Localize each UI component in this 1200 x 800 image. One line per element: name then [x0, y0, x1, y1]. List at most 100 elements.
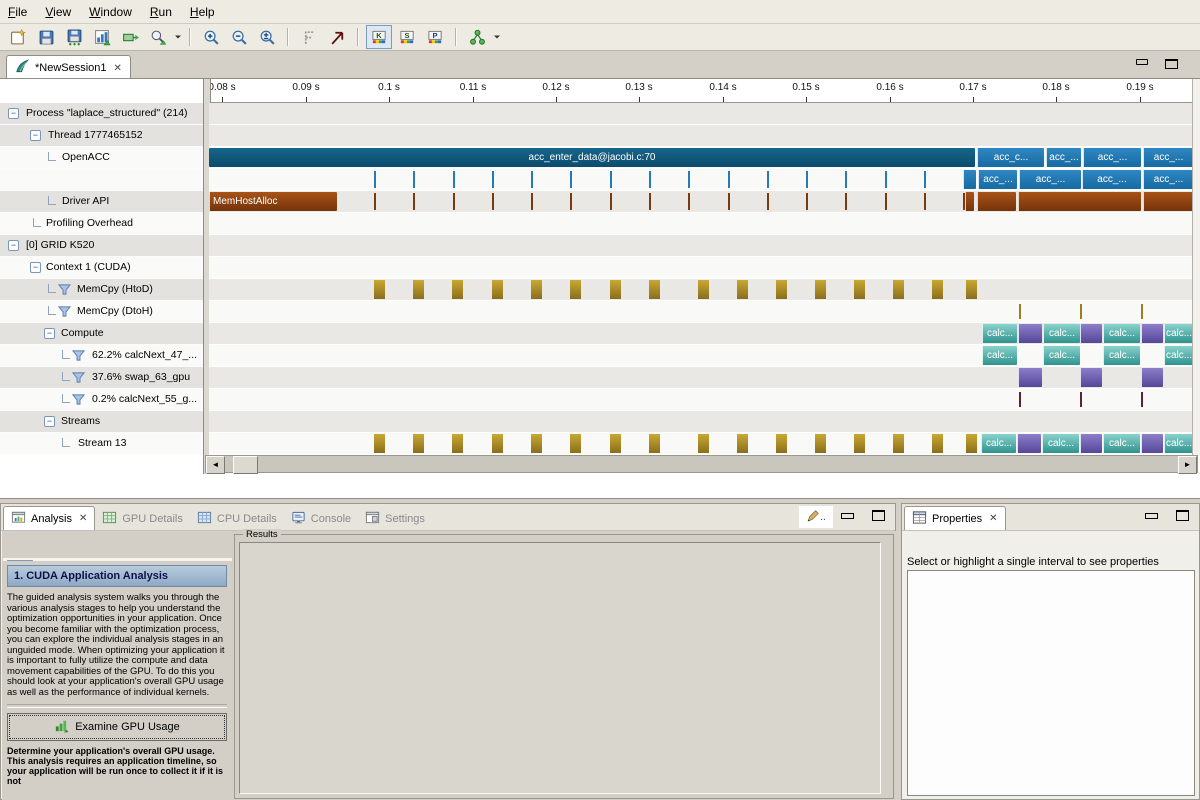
kernel-p-icon[interactable]: P	[422, 25, 448, 49]
interval-bar[interactable]: acc_...	[1019, 170, 1081, 189]
interval-bar[interactable]	[1080, 324, 1102, 343]
interval-bar[interactable]: calc...	[982, 324, 1017, 343]
interval-bar[interactable]: calc...	[982, 346, 1017, 365]
interval-tick[interactable]	[688, 193, 690, 210]
interval-tick[interactable]	[1019, 304, 1021, 319]
interval-block[interactable]	[610, 280, 621, 299]
collapse-toggle-icon[interactable]: −	[30, 262, 41, 273]
interval-tick[interactable]	[531, 171, 533, 188]
interval-block[interactable]	[492, 280, 503, 299]
interval-tick[interactable]	[413, 171, 415, 188]
interval-bar[interactable]	[1141, 368, 1163, 387]
examine-gpu-usage-button[interactable]: Examine GPU Usage	[7, 713, 227, 741]
interval-bar[interactable]: calc...	[1164, 324, 1192, 343]
close-icon[interactable]: ✕	[77, 513, 87, 524]
tab-gpu-details[interactable]: GPU Details	[95, 507, 190, 530]
tree-row-driver-api[interactable]: Driver API	[0, 191, 203, 213]
interval-tick[interactable]	[885, 193, 887, 210]
tree-row-streams[interactable]: −Streams	[0, 411, 203, 433]
interval-block[interactable]	[452, 280, 463, 299]
marker-f-icon[interactable]	[296, 25, 322, 49]
interval-bar[interactable]: acc_...	[1082, 170, 1141, 189]
interval-tick[interactable]	[1141, 392, 1143, 407]
interval-tick[interactable]	[610, 193, 612, 210]
interval-block[interactable]	[570, 280, 581, 299]
interval-tick[interactable]	[767, 193, 769, 210]
interval-block[interactable]	[776, 280, 787, 299]
session-tab[interactable]: *NewSession1 ✕	[6, 55, 131, 80]
interval-block[interactable]	[610, 434, 621, 453]
interval-tick[interactable]	[492, 193, 494, 210]
interval-bar[interactable]: acc_...	[1143, 148, 1192, 167]
interval-block[interactable]	[413, 434, 424, 453]
tree-row-kernel-swap-63[interactable]: 37.6% swap_63_gpu	[0, 367, 203, 389]
interval-tick[interactable]	[1019, 392, 1021, 407]
interval-bar[interactable]	[1080, 368, 1102, 387]
marker-flag-icon[interactable]	[324, 25, 350, 49]
interval-tick[interactable]	[806, 171, 808, 188]
interval-bar[interactable]: calc...	[1164, 346, 1192, 365]
menu-help[interactable]: Help	[182, 2, 225, 22]
tree-row-thread-1777465152[interactable]: −Thread 1777465152	[0, 125, 203, 147]
interval-bar[interactable]: acc_c...	[977, 148, 1044, 167]
tree-row-grid-k520[interactable]: −[0] GRID K520	[0, 235, 203, 257]
tab-properties[interactable]: Properties✕	[904, 506, 1006, 530]
maximize-icon[interactable]	[1165, 59, 1178, 69]
interval-block[interactable]	[932, 434, 943, 453]
interval-block[interactable]	[698, 434, 709, 453]
interval-bar[interactable]: acc_...	[1083, 148, 1141, 167]
interval-tick[interactable]	[688, 171, 690, 188]
interval-bar[interactable]: calc...	[1103, 434, 1140, 453]
interval-block[interactable]	[815, 434, 826, 453]
tree-row-compute[interactable]: −Compute	[0, 323, 203, 345]
scroll-right-button[interactable]: ►	[1178, 456, 1197, 474]
kernel-s-icon[interactable]: S	[394, 25, 420, 49]
interval-block[interactable]	[374, 280, 385, 299]
timeline-hscrollbar[interactable]: ◄ ►	[205, 455, 1198, 473]
interval-tick[interactable]	[728, 193, 730, 210]
interval-block[interactable]	[698, 280, 709, 299]
interval-block[interactable]	[854, 280, 865, 299]
interval-bar[interactable]: calc...	[1103, 346, 1140, 365]
tab-analysis[interactable]: Analysis✕	[3, 506, 95, 530]
interval-tick[interactable]	[453, 193, 455, 210]
interval-block[interactable]	[966, 434, 977, 453]
tree-row-memcpy-dtoh[interactable]: MemCpy (DtoH)	[0, 301, 203, 323]
minimize-icon[interactable]	[841, 513, 854, 519]
interval-tick[interactable]	[649, 193, 651, 210]
tree-row-openacc-main[interactable]: OpenACC	[0, 147, 203, 169]
interval-bar[interactable]: acc_...	[978, 170, 1017, 189]
minimize-icon[interactable]	[1136, 59, 1148, 65]
interval-bar[interactable]	[1141, 324, 1163, 343]
interval-block[interactable]	[531, 280, 542, 299]
interval-bar[interactable]: acc_enter_data@jacobi.c:70	[209, 148, 975, 167]
kernel-k-icon[interactable]: K	[366, 25, 392, 49]
interval-bar[interactable]: acc_...	[1046, 148, 1081, 167]
collapse-toggle-icon[interactable]: −	[44, 416, 55, 427]
minimize-icon[interactable]	[1145, 513, 1158, 519]
collapse-toggle-icon[interactable]: −	[30, 130, 41, 141]
interval-tick[interactable]	[885, 171, 887, 188]
close-icon[interactable]: ✕	[112, 63, 122, 74]
interval-bar[interactable]	[963, 170, 976, 189]
tree-row-process-laplace[interactable]: −Process "laplace_structured" (214)	[0, 103, 203, 125]
interval-tick[interactable]	[1080, 304, 1082, 319]
interval-tick[interactable]	[570, 171, 572, 188]
interval-bar[interactable]: calc...	[1043, 346, 1080, 365]
interval-block[interactable]	[737, 280, 748, 299]
interval-block[interactable]	[413, 280, 424, 299]
interval-tick[interactable]	[374, 193, 376, 210]
tree-row-openacc-sub[interactable]	[0, 169, 203, 191]
scrollbar-thumb[interactable]	[233, 456, 258, 474]
tab-settings[interactable]: Settings	[358, 507, 432, 530]
maximize-icon[interactable]	[1176, 510, 1189, 521]
menu-view[interactable]: View	[37, 2, 81, 22]
zoom-in-icon[interactable]	[198, 25, 224, 49]
dropdown-caret-icon[interactable]	[172, 26, 183, 48]
interval-block[interactable]	[893, 280, 904, 299]
tree-row-memcpy-htod[interactable]: MemCpy (HtoD)	[0, 279, 203, 301]
interval-block[interactable]	[649, 280, 660, 299]
interval-block[interactable]	[737, 434, 748, 453]
interval-tick[interactable]	[1080, 392, 1082, 407]
interval-tick[interactable]	[767, 171, 769, 188]
